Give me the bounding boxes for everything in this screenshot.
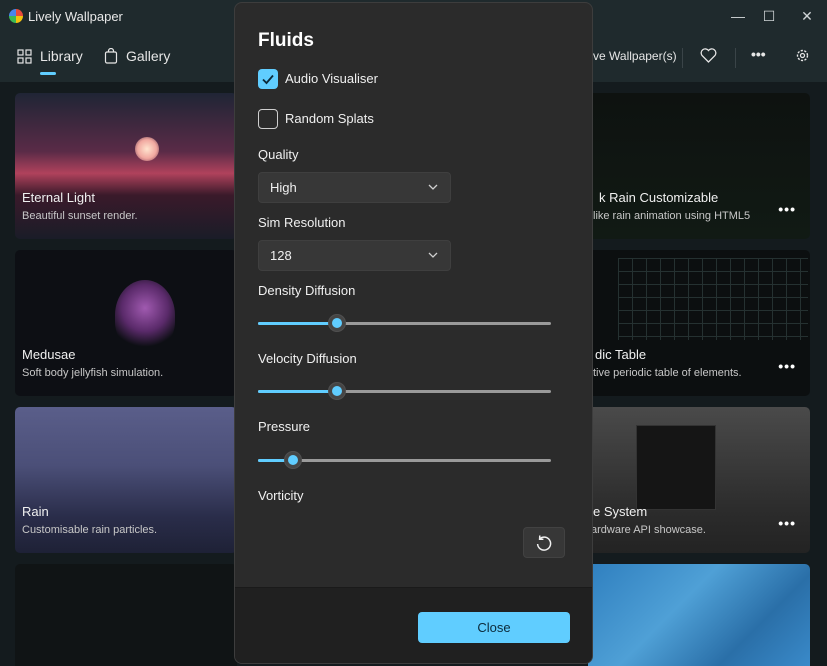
random-splats-label: Random Splats xyxy=(285,111,374,126)
sunset-thumbnail xyxy=(135,137,159,161)
app-title: Lively Wallpaper xyxy=(28,9,123,24)
lively-logo-icon xyxy=(9,9,23,23)
card-title: e System xyxy=(593,504,648,519)
nav-library[interactable]: Library xyxy=(17,48,83,64)
wallpaper-card[interactable]: Medusae Soft body jellyfish simulation. xyxy=(15,250,237,396)
motherboard-thumbnail xyxy=(636,425,716,510)
grid-icon xyxy=(17,48,32,64)
reset-button[interactable] xyxy=(523,527,565,558)
card-description: Soft body jellyfish simulation. xyxy=(22,367,164,379)
slider-thumb[interactable] xyxy=(328,314,347,332)
more-options-icon[interactable]: ••• xyxy=(751,46,766,62)
sim-resolution-label: Sim Resolution xyxy=(258,215,346,230)
card-description: ardware API showcase. xyxy=(591,524,706,536)
sim-resolution-dropdown[interactable]: 128 xyxy=(258,240,451,271)
card-description: Customisable rain particles. xyxy=(22,524,158,536)
dialog-footer: Close xyxy=(235,587,592,663)
slider-thumb[interactable] xyxy=(284,451,303,469)
vorticity-label: Vorticity xyxy=(258,488,304,503)
minimize-button[interactable]: — xyxy=(723,4,753,28)
shopping-bag-icon xyxy=(104,48,118,64)
slider-thumb[interactable] xyxy=(328,382,347,400)
customise-dialog: Fluids Audio Visualiser Random Splats Qu… xyxy=(234,2,593,664)
periodic-table-thumbnail xyxy=(618,258,808,340)
nav-library-label: Library xyxy=(40,48,83,64)
card-menu-button[interactable]: ••• xyxy=(778,515,796,531)
nav-separator xyxy=(682,48,683,68)
pressure-label: Pressure xyxy=(258,419,311,434)
card-title: Rain xyxy=(22,504,49,519)
card-title: dic Table xyxy=(595,347,647,362)
sim-resolution-value: 128 xyxy=(270,248,292,263)
slider-fill xyxy=(258,390,338,393)
card-title: k Rain Customizable xyxy=(599,190,719,205)
quality-value: High xyxy=(270,180,297,195)
checkmark-icon xyxy=(262,74,274,85)
reset-icon xyxy=(536,534,552,551)
card-description: Beautiful sunset render. xyxy=(22,210,138,222)
chevron-down-icon xyxy=(428,252,438,258)
wallpaper-card[interactable]: dic Table tive periodic table of element… xyxy=(588,250,810,396)
audio-visualiser-checkbox[interactable] xyxy=(258,69,278,89)
density-diffusion-label: Density Diffusion xyxy=(258,283,356,298)
card-description: like rain animation using HTML5 xyxy=(593,210,751,222)
gear-icon[interactable] xyxy=(795,48,810,63)
jellyfish-thumbnail xyxy=(115,280,175,350)
card-description: tive periodic table of elements. xyxy=(593,367,742,379)
nav-gallery[interactable]: Gallery xyxy=(104,48,170,64)
density-diffusion-slider[interactable] xyxy=(258,313,551,333)
wallpaper-card[interactable]: Eternal Light Beautiful sunset render. xyxy=(15,93,237,239)
quality-dropdown[interactable]: High xyxy=(258,172,451,203)
card-menu-button[interactable]: ••• xyxy=(778,358,796,374)
pressure-slider[interactable] xyxy=(258,450,551,470)
wallpaper-card[interactable]: Rain Customisable rain particles. xyxy=(15,407,237,553)
active-wallpapers-button[interactable]: ve Wallpaper(s) xyxy=(593,49,677,63)
card-menu-button[interactable]: ••• xyxy=(778,201,796,217)
close-button[interactable]: Close xyxy=(418,612,570,643)
wallpaper-card[interactable] xyxy=(15,564,237,666)
heart-icon[interactable] xyxy=(700,48,717,63)
nav-gallery-label: Gallery xyxy=(126,48,171,64)
maximize-button[interactable]: ☐ xyxy=(754,4,784,28)
slider-fill xyxy=(258,322,338,325)
wallpaper-card[interactable]: k Rain Customizable like rain animation … xyxy=(588,93,810,239)
quality-label: Quality xyxy=(258,147,299,162)
card-title: Eternal Light xyxy=(22,190,95,205)
chevron-down-icon xyxy=(428,184,438,190)
wallpaper-card[interactable] xyxy=(588,564,810,666)
close-window-button[interactable]: ✕ xyxy=(792,4,822,28)
wallpaper-card[interactable]: e System ardware API showcase. ••• xyxy=(588,407,810,553)
nav-separator xyxy=(735,48,736,68)
dialog-title: Fluids xyxy=(258,30,314,51)
nav-active-indicator xyxy=(40,72,56,75)
velocity-diffusion-slider[interactable] xyxy=(258,381,551,401)
audio-visualiser-label: Audio Visualiser xyxy=(285,71,378,86)
card-title: Medusae xyxy=(22,347,76,362)
random-splats-checkbox[interactable] xyxy=(258,109,278,129)
velocity-diffusion-label: Velocity Diffusion xyxy=(258,351,357,366)
